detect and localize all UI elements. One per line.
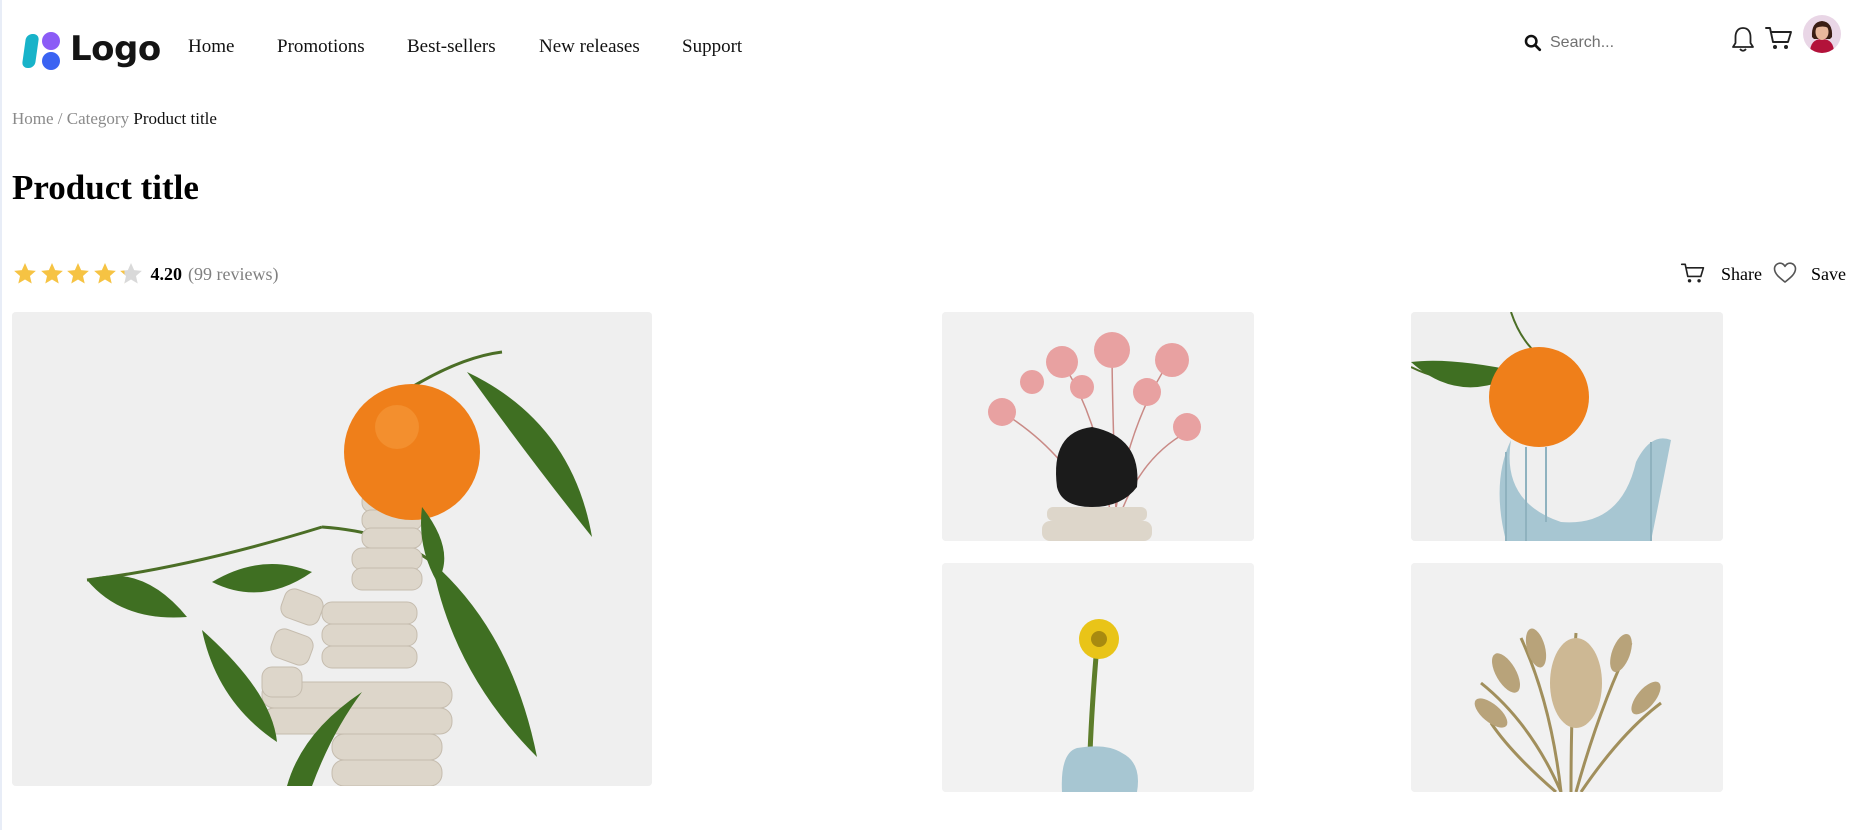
nav-best-sellers[interactable]: Best-sellers (407, 36, 496, 58)
product-rating[interactable]: 4.20 (99 reviews) (12, 259, 278, 289)
save-button[interactable]: Save (1811, 264, 1846, 285)
logo-mark-icon (21, 28, 64, 70)
site-header: Logo Home Promotions Best-sellers New re… (0, 0, 1864, 96)
breadcrumb-home[interactable]: Home (12, 109, 54, 128)
brand-logo[interactable]: Logo (21, 26, 161, 72)
search-input[interactable] (1548, 33, 1712, 53)
star-icon (120, 262, 142, 284)
star-icon (14, 262, 36, 284)
share-button[interactable]: Share (1721, 264, 1762, 285)
gallery-thumbnail-4[interactable] (1411, 563, 1723, 792)
star-icon (67, 262, 89, 284)
avatar[interactable] (1803, 15, 1841, 53)
rating-stars (12, 261, 145, 287)
nav-support[interactable]: Support (682, 36, 742, 58)
page-title: Product title (12, 168, 199, 207)
logo-text: Logo (70, 29, 161, 69)
nav-home[interactable]: Home (188, 36, 234, 58)
nav-new-releases[interactable]: New releases (539, 36, 640, 58)
breadcrumb-category[interactable]: Category (67, 109, 129, 128)
breadcrumb-separator: / (57, 109, 63, 128)
star-icon (40, 262, 63, 284)
gallery-thumbnail-1[interactable] (942, 312, 1254, 541)
cart-icon[interactable] (1764, 24, 1794, 52)
rating-value: 4.20 (150, 263, 183, 284)
gallery-thumbnail-2[interactable] (1411, 312, 1723, 541)
cart-icon[interactable] (1680, 260, 1706, 286)
breadcrumb: Home / Category Product title (12, 109, 217, 129)
gallery-main-image[interactable] (12, 312, 652, 786)
gallery-thumbnail-3[interactable] (942, 563, 1254, 792)
breadcrumb-current: Product title (133, 109, 217, 128)
rating-reviews-link[interactable]: (99 reviews) (188, 264, 278, 285)
bell-icon[interactable] (1730, 25, 1756, 53)
heart-icon[interactable] (1772, 260, 1798, 286)
product-actions: Share Save (1680, 260, 1855, 288)
star-icon (93, 262, 116, 284)
window-edge (0, 0, 2, 830)
search-bar[interactable] (1524, 30, 1714, 56)
search-icon[interactable] (1524, 34, 1542, 52)
nav-promotions[interactable]: Promotions (277, 36, 365, 58)
